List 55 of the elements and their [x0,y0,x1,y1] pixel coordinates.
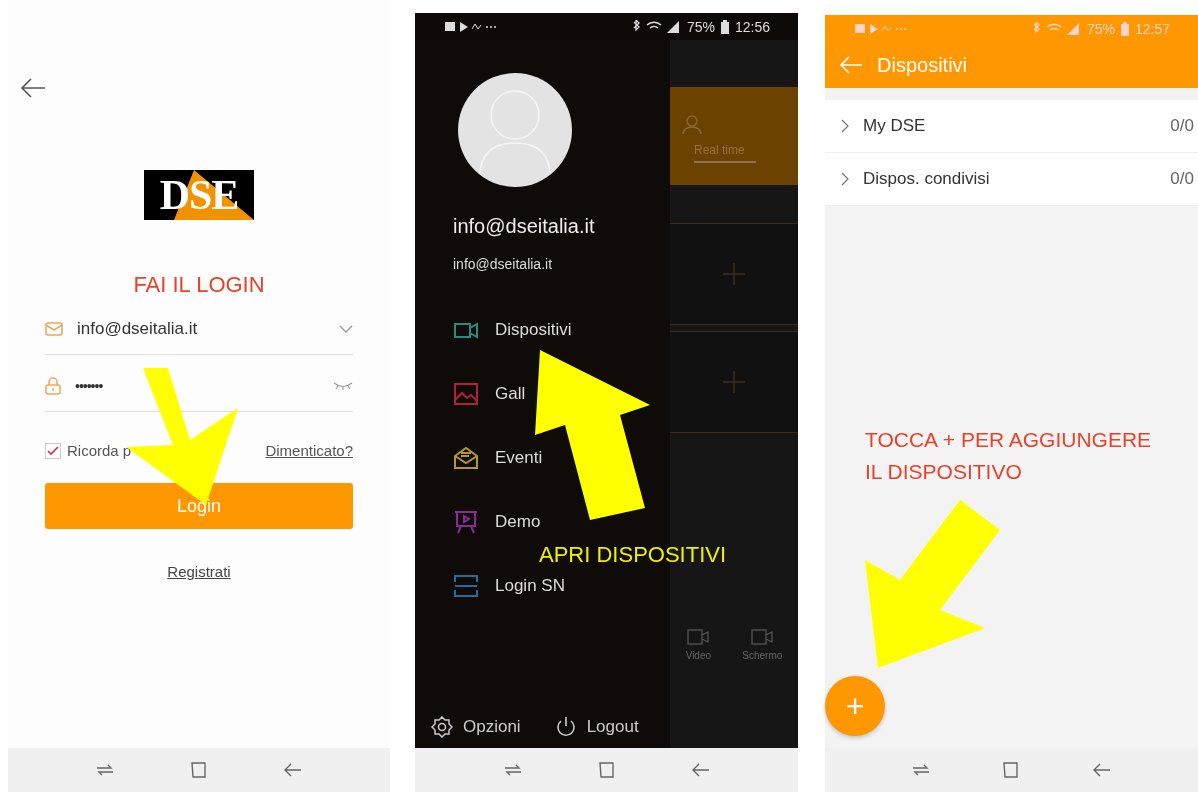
recent-apps-icon[interactable] [95,762,116,778]
tab-label: Real time [694,143,756,163]
hidden-eye-icon[interactable] [333,382,353,390]
annotation-text: TOCCA + PER AGGIUNGERE [865,427,1153,453]
power-icon [554,716,577,738]
battery-icon [1120,21,1129,36]
notification-icons [855,22,907,35]
home-icon[interactable] [190,761,208,779]
remember-checkbox[interactable]: Ricorda p [45,442,132,459]
device-group-row[interactable]: My DSE 0/0 [825,100,1198,153]
toolbar-label: Schermo [742,650,783,661]
recent-apps-icon[interactable] [502,762,523,778]
forgot-password-link[interactable]: Dimenticato? [265,442,353,459]
account-name: info@dseitalia.it [453,215,596,238]
drawer-footer-item[interactable]: Opzioni [431,716,521,738]
avatar-icon [458,73,572,187]
video-camera-icon [687,628,710,646]
plus-icon [723,263,745,285]
menu-item[interactable]: Gall [453,382,526,406]
back-icon[interactable] [1092,763,1113,777]
person-icon [682,115,702,135]
annotation-text: IL DISPOSITIVO [865,459,1023,485]
login-heading: FAI IL LOGIN [133,272,265,298]
plus-icon [723,371,745,393]
back-arrow-icon[interactable] [20,78,46,98]
annotation-text: APRI DISPOSITIVI [539,542,727,568]
account-email: info@dseitalia.it [453,256,554,272]
menu-item[interactable]: Eventi [453,446,543,470]
dropdown-chevron-icon[interactable] [339,325,353,333]
register-link[interactable]: Registrati [167,563,231,580]
back-icon[interactable] [690,763,711,777]
battery-percentage: 75% [686,18,715,35]
mail-icon [45,322,63,336]
status-time: 12:57 [1134,20,1170,37]
status-time: 12:56 [734,18,770,35]
settings-icon [431,716,453,738]
home-icon[interactable] [597,761,616,779]
menu-item[interactable]: Login SN [453,574,565,598]
device-group-row[interactable]: Dispos. condivisi 0/0 [825,153,1198,206]
battery-percentage: 75% [1086,20,1115,37]
check-icon [47,445,59,456]
screen-title: Dispositivi [877,53,968,77]
toolbar-label: Video [685,650,712,661]
home-icon[interactable] [1002,761,1021,779]
menu-item[interactable]: Dispositivi [453,318,572,342]
notification-icons [445,20,497,33]
email-field[interactable]: info@dseitalia.it [45,304,353,355]
chevron-right-icon [841,172,849,186]
drawer-footer-item[interactable]: Logout [554,716,639,738]
menu-item[interactable]: Demo [453,510,541,534]
battery-icon [720,19,729,34]
back-icon[interactable] [282,763,303,777]
chevron-right-icon [841,119,849,133]
recent-apps-icon[interactable] [910,762,931,778]
lock-icon [45,377,61,395]
